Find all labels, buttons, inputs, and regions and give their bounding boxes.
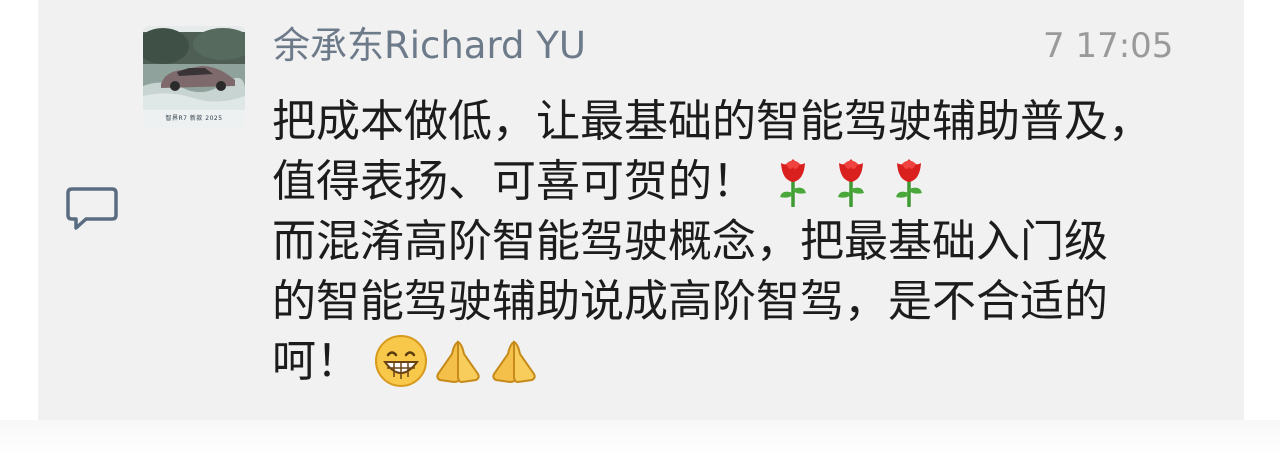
message-text: 呵！ [272, 336, 360, 387]
avatar[interactable]: 智界R7 新款 2025 [143, 26, 245, 128]
message-line-3: 而混淆高阶智能驾驶概念，把最基础入门级 [272, 212, 1232, 272]
message-line-1: 把成本做低，让最基础的智能驾驶辅助普及， [272, 92, 1232, 152]
message-text: 值得表扬、可喜可贺的！ [272, 156, 756, 207]
message-text: 的智能驾驶辅助说成高阶智驾，是不合适的 [272, 276, 1108, 327]
sender-name[interactable]: 余承东Richard YU [273, 24, 586, 68]
comment-icon[interactable] [66, 186, 118, 232]
message-text: 把成本做低，让最基础的智能驾驶辅助普及， [272, 96, 1152, 147]
pray-icon [436, 340, 480, 384]
message-line-4: 的智能驾驶辅助说成高阶智驾，是不合适的 [272, 272, 1232, 332]
message-line-2: 值得表扬、可喜可贺的！ [272, 152, 1232, 212]
rose-icon [896, 159, 922, 207]
rose-icon [780, 159, 806, 207]
pray-icon [492, 340, 536, 384]
bottom-divider [0, 420, 1280, 456]
message-line-5: 呵！ [272, 332, 1232, 392]
rose-icon [838, 159, 864, 207]
message-text: 而混淆高阶智能驾驶概念，把最基础入门级 [272, 216, 1108, 267]
message-body: 把成本做低，让最基础的智能驾驶辅助普及， 值得表扬、可喜可贺的！ 而混淆高阶智能… [272, 92, 1232, 392]
avatar-caption: 智界R7 新款 2025 [165, 115, 223, 122]
grin-icon [375, 335, 427, 387]
post-time: 7 17:05 [1043, 26, 1174, 66]
